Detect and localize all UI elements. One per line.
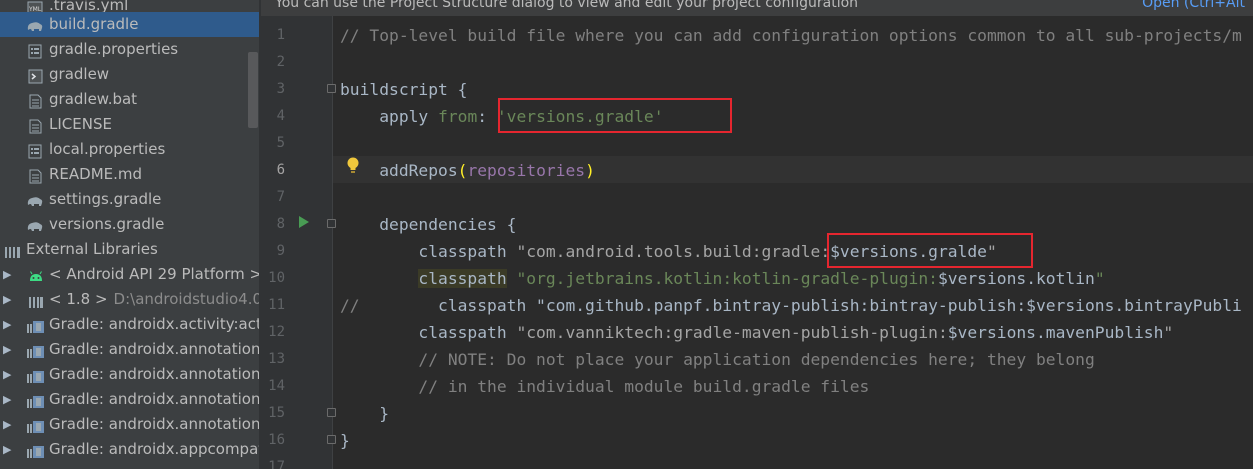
tree-item-library[interactable]: ▶ Gradle: androidx.annotation:a — [0, 387, 261, 412]
library-jar-icon — [26, 392, 44, 408]
code-line-4[interactable]: apply from: 'versions.gradle' — [261, 103, 1253, 130]
tree-item-library[interactable]: ▶ Gradle: androidx.annotation:a — [0, 362, 261, 387]
text-file-icon — [29, 92, 45, 109]
tree-item-license[interactable]: LICENSE — [0, 112, 261, 137]
gradle-elephant-icon — [26, 17, 43, 32]
script-file-icon — [28, 67, 44, 84]
code-line-13[interactable]: // NOTE: Do not place your application d… — [261, 346, 1253, 373]
tree-scrollbar[interactable] — [248, 52, 258, 128]
code-line-16[interactable]: } — [261, 427, 1253, 454]
markdown-file-icon — [29, 167, 45, 184]
tree-item-jdk[interactable]: ▶ < 1.8 > D:\androidstudio4.0. — [0, 287, 261, 312]
libraries-icon — [4, 242, 20, 258]
tree-item-library[interactable]: ▶ Gradle: androidx.annotation:a — [0, 412, 261, 437]
tree-item-gradle-properties[interactable]: gradle.properties — [0, 37, 261, 62]
tree-item-library[interactable]: ▶ Gradle: androidx.activity:activ — [0, 312, 261, 337]
annotation-highlight-box — [498, 98, 732, 133]
code-line-10[interactable]: classpath "org.jetbrains.kotlin:kotlin-g… — [261, 265, 1253, 292]
tree-item-android-api[interactable]: ▶ < Android API 29 Platform > — [0, 262, 261, 287]
jdk-folder-icon — [28, 292, 44, 308]
library-jar-icon — [26, 317, 44, 333]
annotation-highlight-box — [827, 233, 1033, 268]
android-icon — [28, 267, 44, 282]
gradle-elephant-icon — [26, 217, 43, 232]
project-tree: YML .travis.yml build.gradle gradle.prop… — [0, 0, 261, 469]
library-jar-icon — [26, 417, 44, 433]
tree-item-local-properties[interactable]: local.properties — [0, 137, 261, 162]
code-line-12[interactable]: classpath "com.vanniktech:gradle-maven-p… — [261, 319, 1253, 346]
text-file-icon — [29, 117, 45, 134]
expand-arrow-icon[interactable]: ▶ — [3, 312, 11, 337]
tree-item-library[interactable]: ▶ Gradle: androidx.appcompat: — [0, 437, 261, 462]
expand-arrow-icon[interactable]: ▶ — [3, 287, 11, 312]
gradle-elephant-icon — [26, 192, 43, 207]
tree-item-gradlew-bat[interactable]: gradlew.bat — [0, 87, 261, 112]
code-editor[interactable]: You can use the Project Structure dialog… — [261, 0, 1253, 469]
properties-file-icon — [28, 42, 44, 59]
tree-item-readme[interactable]: README.md — [0, 162, 261, 187]
open-project-structure-link[interactable]: Open (Ctrl+Alt — [1142, 0, 1245, 10]
code-line-15[interactable]: } — [261, 400, 1253, 427]
code-line-11[interactable]: // classpath "com.github.panpf.bintray-p… — [261, 292, 1253, 319]
expand-arrow-icon[interactable]: ▶ — [3, 337, 11, 362]
intention-lightbulb-icon[interactable] — [346, 157, 360, 175]
expand-arrow-icon[interactable]: ▶ — [3, 437, 11, 462]
library-jar-icon — [26, 442, 44, 458]
code-line-1[interactable]: // Top-level build file where you can ad… — [261, 22, 1253, 49]
tree-item-library[interactable]: ▶ Gradle: androidx.annotation:a — [0, 337, 261, 362]
code-line-8[interactable]: dependencies { — [261, 211, 1253, 238]
jdk-version-label: < 1.8 > — [49, 290, 108, 308]
expand-arrow-icon[interactable]: ▶ — [3, 412, 11, 437]
properties-file-icon — [28, 142, 44, 159]
jdk-path-label: D:\androidstudio4.0. — [113, 290, 261, 308]
code-line-9[interactable]: classpath "com.android.tools.build:gradl… — [261, 238, 1253, 265]
project-structure-banner: You can use the Project Structure dialog… — [261, 0, 1253, 16]
expand-arrow-icon[interactable]: ▶ — [3, 262, 11, 287]
library-jar-icon — [26, 342, 44, 358]
tree-item-settings-gradle[interactable]: settings.gradle — [0, 187, 261, 212]
expand-arrow-icon[interactable]: ▶ — [3, 362, 11, 387]
tree-item-versions-gradle[interactable]: versions.gradle — [0, 212, 261, 237]
library-jar-icon — [26, 367, 44, 383]
code-line-6[interactable]: addRepos(repositories) — [261, 157, 1253, 184]
tree-item-external-libraries[interactable]: External Libraries — [0, 237, 261, 262]
banner-message: You can use the Project Structure dialog… — [275, 0, 859, 11]
tree-item-gradlew[interactable]: gradlew — [0, 62, 261, 87]
tree-item-build-gradle[interactable]: build.gradle — [0, 12, 261, 37]
code-line-14[interactable]: // in the individual module build.gradle… — [261, 373, 1253, 400]
expand-arrow-icon[interactable]: ▶ — [3, 387, 11, 412]
code-line-3[interactable]: buildscript { — [261, 76, 1253, 103]
